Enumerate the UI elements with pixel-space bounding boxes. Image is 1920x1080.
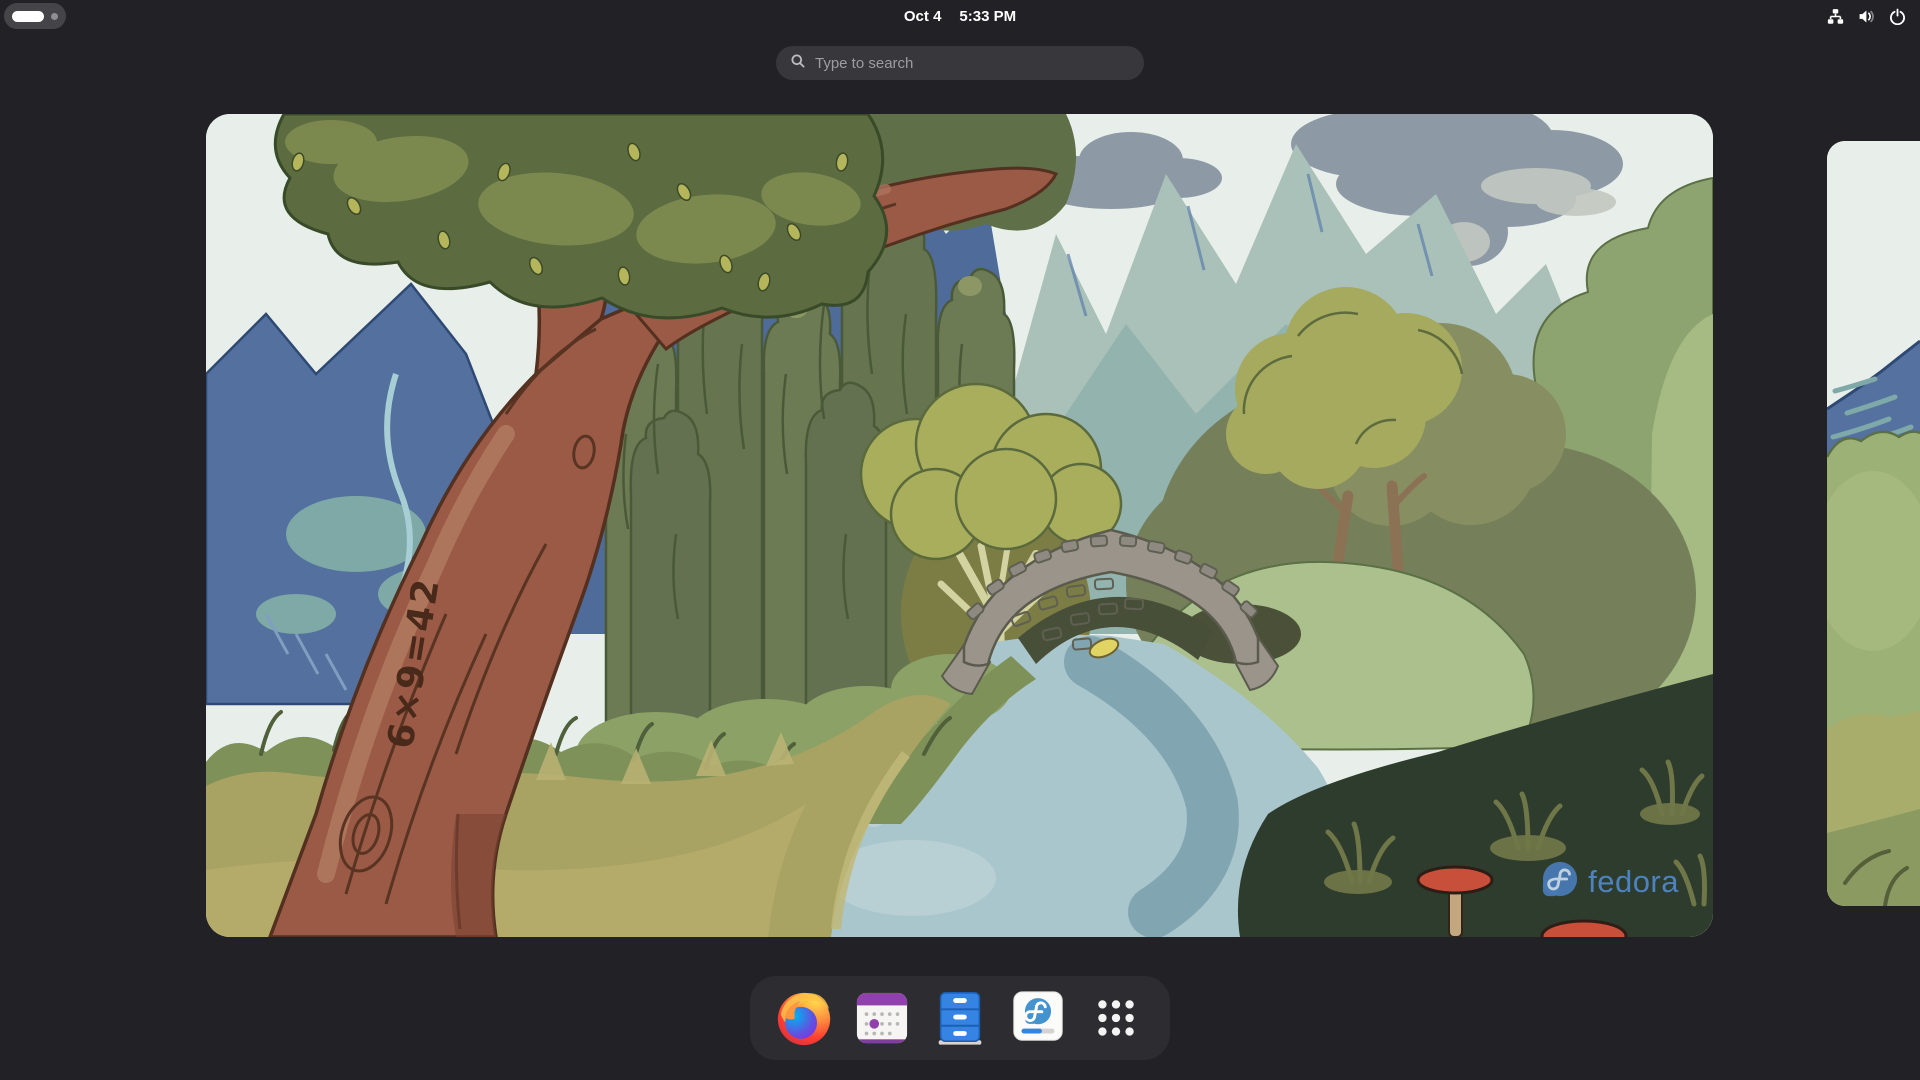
gnome-activities-overview: { "topbar": { "date": "Oct 4", "time": "… — [0, 0, 1920, 1080]
dock-fedora-installer-button[interactable] — [1006, 986, 1070, 1050]
top-bar: Oct 4 5:33 PM — [0, 0, 1920, 32]
clock-date: Oct 4 — [904, 8, 942, 25]
network-wired-icon[interactable] — [1827, 8, 1844, 25]
fedora-wordmark: fedora — [1588, 864, 1679, 900]
search-bar — [776, 46, 1144, 80]
search-icon — [790, 53, 806, 74]
volume-high-icon[interactable] — [1858, 8, 1875, 25]
fedora-watermark: fedora — [1541, 860, 1679, 903]
workspace-dot[interactable] — [51, 13, 58, 20]
dock-firefox-button[interactable] — [772, 986, 836, 1050]
calendar-icon — [851, 987, 913, 1049]
clock-time: 5:33 PM — [959, 8, 1016, 25]
files-icon — [929, 987, 991, 1049]
wallpaper-art: 6×9=42 — [206, 114, 1713, 937]
dash-dock — [750, 976, 1170, 1060]
fedora-installer-icon — [1007, 987, 1069, 1049]
workspace-preview-next[interactable] — [1827, 141, 1920, 906]
firefox-icon — [773, 987, 835, 1049]
workspace-preview-main[interactable]: 6×9=42 — [206, 114, 1713, 937]
search-input[interactable] — [815, 55, 1130, 72]
workspace-active-pill[interactable] — [12, 11, 44, 22]
system-status-area[interactable] — [1827, 0, 1906, 32]
fedora-logo-icon — [1541, 860, 1579, 903]
dock-calendar-button[interactable] — [850, 986, 914, 1050]
clock[interactable]: Oct 4 5:33 PM — [904, 0, 1016, 32]
workspace-indicator[interactable] — [4, 3, 66, 29]
dock-app-grid-button[interactable] — [1084, 986, 1148, 1050]
power-icon[interactable] — [1889, 8, 1906, 25]
wallpaper-art-partial — [1827, 141, 1920, 906]
dock-files-button[interactable] — [928, 986, 992, 1050]
app-grid-icon — [1085, 987, 1147, 1049]
